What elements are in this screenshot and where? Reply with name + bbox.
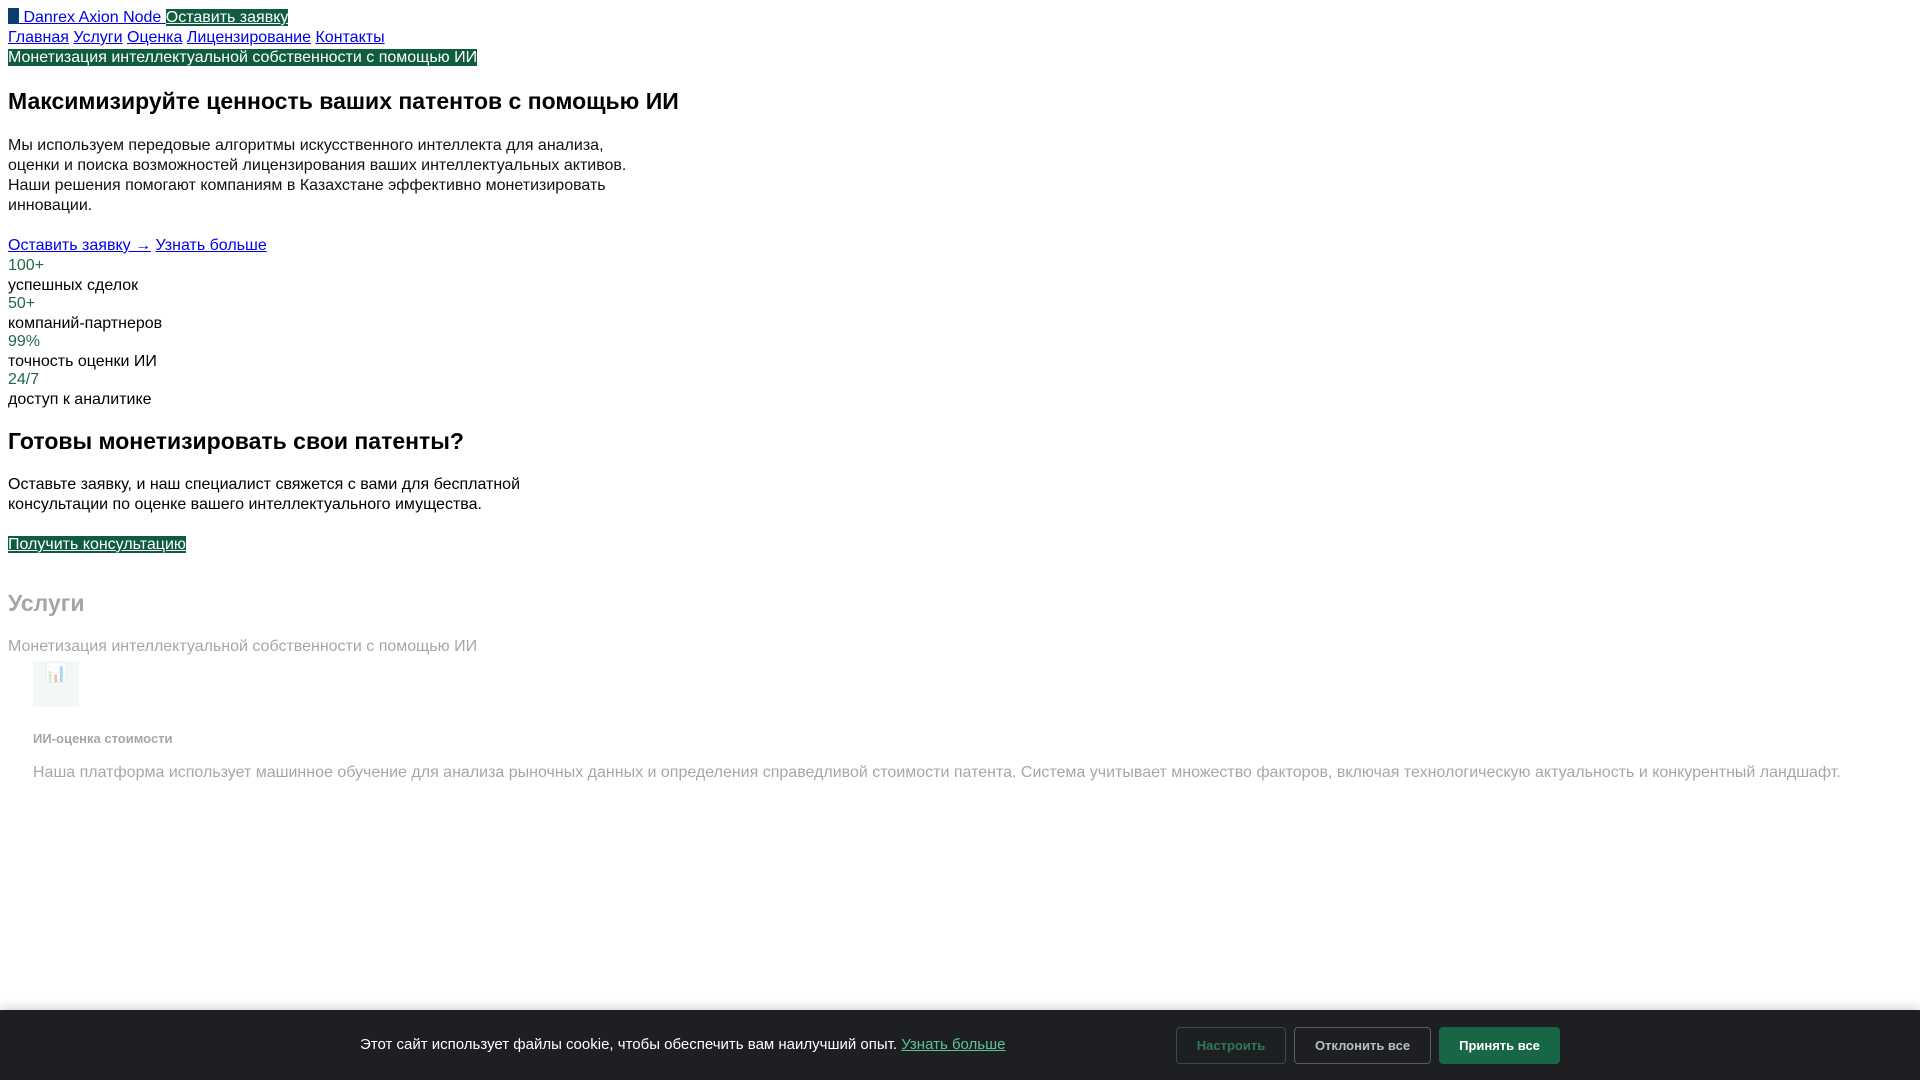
cookie-customize-button[interactable]: Настроить — [1176, 1027, 1286, 1064]
nav-item-licensing[interactable]: Лицензирование — [187, 29, 311, 46]
cookie-banner: Этот сайт использует файлы cookie, чтобы… — [0, 1010, 1920, 1080]
header: Danrex Axion Node Оставить заявку — [8, 8, 1912, 28]
services-section: Услуги Монетизация интеллектуальной собс… — [8, 589, 1912, 783]
services-subtitle: Монетизация интеллектуальной собственнос… — [8, 638, 478, 655]
service-description: Наша платформа использует машинное обуче… — [33, 764, 1841, 781]
cookie-text: Этот сайт использует файлы cookie, чтобы… — [360, 1036, 898, 1053]
services-title: Услуги — [8, 590, 85, 616]
hero-links: Оставить заявку → Узнать больше — [8, 236, 1912, 256]
brand-link[interactable]: Danrex Axion Node — [8, 8, 166, 26]
nav-item-valuation[interactable]: Оценка — [127, 29, 182, 46]
stat-label: успешных сделок — [8, 277, 139, 294]
logo-icon — [8, 8, 19, 24]
cookie-reject-all-button[interactable]: Отклонить все — [1294, 1027, 1431, 1064]
nav-item-services[interactable]: Услуги — [73, 29, 122, 46]
cta-title: Готовы монетизировать свои патенты? — [8, 428, 464, 454]
page: Danrex Axion Node Оставить заявку Главна… — [0, 0, 1920, 1080]
service-card: 📊 ИИ-оценка стоимости Наша платформа исп… — [8, 661, 1912, 783]
stats: 100+ успешных сделок 50+ компаний-партне… — [8, 256, 1912, 410]
stat-label: доступ к аналитике — [8, 391, 152, 408]
hero-section: Максимизируйте ценность ваших патентов с… — [8, 87, 1912, 410]
stat-value: 99% — [8, 333, 41, 350]
stat-item: 99% точность оценки ИИ — [8, 332, 1912, 372]
service-title: ИИ-оценка стоимости — [33, 731, 173, 746]
tagline-row: Монетизация интеллектуальной собственнос… — [8, 48, 1912, 68]
consultation-button[interactable]: Получить консультацию — [8, 536, 186, 553]
cookie-accept-all-button[interactable]: Принять все — [1439, 1027, 1560, 1064]
stat-value: 24/7 — [8, 371, 40, 388]
cta-section: Готовы монетизировать свои патенты? Оста… — [8, 427, 1912, 555]
cookie-message: Этот сайт использует файлы cookie, чтобы… — [360, 1035, 1006, 1055]
cta-description: Оставьте заявку, и наш специалист свяжет… — [8, 476, 521, 513]
stat-label: компаний-партнеров — [8, 315, 163, 332]
nav-item-contacts[interactable]: Контакты — [315, 29, 384, 46]
hero-title: Максимизируйте ценность ваших патентов с… — [8, 88, 679, 114]
stat-item: 50+ компаний-партнеров — [8, 294, 1912, 334]
brand-name: Danrex Axion Node — [23, 9, 162, 26]
nav-item-home[interactable]: Главная — [8, 29, 69, 46]
hero-description: Мы используем передовые алгоритмы искусс… — [8, 137, 627, 214]
stat-item: 100+ успешных сделок — [8, 256, 1912, 296]
header-cta-button[interactable]: Оставить заявку — [165, 9, 289, 26]
bar-chart-icon: 📊 — [33, 661, 79, 707]
learn-more-link[interactable]: Узнать больше — [156, 237, 267, 254]
cookie-learn-more-link[interactable]: Узнать больше — [901, 1036, 1005, 1053]
stat-label: точность оценки ИИ — [8, 353, 157, 370]
submit-request-link[interactable]: Оставить заявку → — [8, 237, 151, 254]
tagline: Монетизация интеллектуальной собственнос… — [8, 49, 478, 66]
stat-item: 24/7 доступ к аналитике — [8, 370, 1912, 410]
stat-value: 100+ — [8, 257, 45, 274]
main-nav: Главная Услуги Оценка Лицензирование Кон… — [8, 28, 1912, 48]
stat-value: 50+ — [8, 295, 36, 312]
